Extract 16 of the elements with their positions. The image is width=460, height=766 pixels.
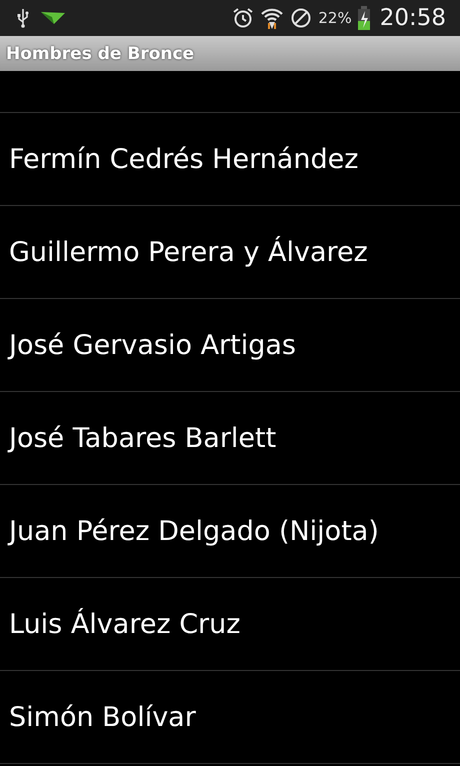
no-entry-icon: [290, 7, 312, 29]
list-item[interactable]: José Gervasio Artigas: [0, 299, 460, 392]
battery-percent: 22%: [318, 9, 352, 27]
battery-charging-icon: [358, 6, 370, 30]
list-item[interactable]: José Tabares Barlett: [0, 392, 460, 485]
list-item[interactable]: Juan Pérez Delgado (Nijota): [0, 485, 460, 578]
list-item[interactable]: Guillermo Perera y Álvarez: [0, 206, 460, 299]
clock-time: 20:58: [380, 5, 446, 31]
paper-plane-icon: [40, 11, 66, 25]
wifi-icon: [260, 6, 284, 30]
list-item[interactable]: Fermín Cedrés Hernández: [0, 113, 460, 206]
alarm-clock-icon: [232, 7, 254, 29]
usb-icon: [16, 8, 30, 28]
list-item[interactable]: Luis Álvarez Cruz: [0, 578, 460, 671]
window-title: Hombres de Bronce: [6, 44, 194, 64]
list-item[interactable]: Simón Bolívar: [0, 671, 460, 764]
